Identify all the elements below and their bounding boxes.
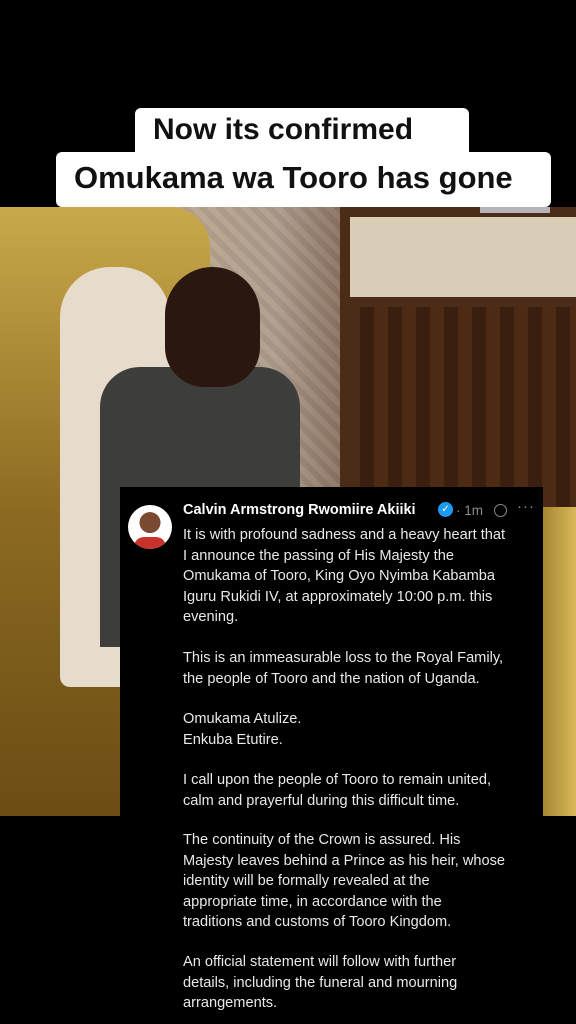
more-options-icon[interactable]: ··· xyxy=(517,498,535,515)
tweet-line: calm and prayerful during this difficult… xyxy=(183,792,460,809)
tweet-line: identity will be formally revealed at th… xyxy=(183,873,430,889)
author-name[interactable]: Calvin Armstrong Rwomiire Akiiki xyxy=(183,502,416,518)
tweet-paragraph: The continuity of the Crown is assured. … xyxy=(183,830,541,933)
grok-icon[interactable] xyxy=(494,504,507,517)
person-head xyxy=(165,267,260,387)
tweet-line: The continuity of the Crown is assured. … xyxy=(183,832,461,848)
wall-upper-panel xyxy=(350,217,576,297)
tweet-line: traditions and customs of Tooro Kingdom. xyxy=(183,914,452,930)
tweet-line: An official statement will follow with f… xyxy=(183,954,457,970)
avatar[interactable] xyxy=(128,505,172,549)
tweet-line: evening. xyxy=(183,609,239,625)
verified-badge-icon: ✓ xyxy=(438,502,453,517)
throne-right-image xyxy=(540,507,576,816)
tweet-line: Omukama of Tooro, King Oyo Nyimba Kabamb… xyxy=(183,568,496,584)
video-indicator xyxy=(480,207,550,213)
tweet-line: details, including the funeral and mourn… xyxy=(183,974,458,991)
tweet-line: Majesty leaves behind a Prince as his he… xyxy=(183,852,506,869)
tweet-time[interactable]: · 1m xyxy=(456,503,483,518)
tweet-line: arrangements. xyxy=(183,995,278,1011)
tweet-line: I call upon the people of Tooro to remai… xyxy=(183,772,492,788)
tweet-card[interactable]: Calvin Armstrong Rwomiire Akiiki ✓ · 1m … xyxy=(120,487,543,1024)
caption-line-1: Now its confirmed xyxy=(135,108,469,158)
avatar-shirt xyxy=(134,537,166,549)
tweet-line: This is an immeasurable loss to the Roya… xyxy=(183,650,504,666)
tweet-line: I announce the passing of His Majesty th… xyxy=(183,547,454,564)
tweet-paragraph: This is an immeasurable loss to the Roya… xyxy=(183,648,541,689)
tweet-line: the people of Tooro and the nation of Ug… xyxy=(183,670,480,687)
tweet-paragraph: I call upon the people of Tooro to remai… xyxy=(183,770,541,811)
tweet-line: Omukama Atulize. xyxy=(183,711,302,727)
tweet-paragraph: It is with profound sadness and a heavy … xyxy=(183,525,541,628)
caption-line-2: Omukama wa Tooro has gone xyxy=(56,152,551,207)
tweet-line: Enkuba Etutire. xyxy=(183,731,283,748)
tweet-line: Iguru Rukidi IV, at approximately 10:00 … xyxy=(183,588,493,605)
tweet-paragraph: An official statement will follow with f… xyxy=(183,952,541,1014)
tweet-paragraph: Omukama Atulize. Enkuba Etutire. xyxy=(183,709,541,750)
tweet-line: appropriate time, in accordance with the xyxy=(183,893,442,910)
tweet-line: It is with profound sadness and a heavy … xyxy=(183,527,506,543)
